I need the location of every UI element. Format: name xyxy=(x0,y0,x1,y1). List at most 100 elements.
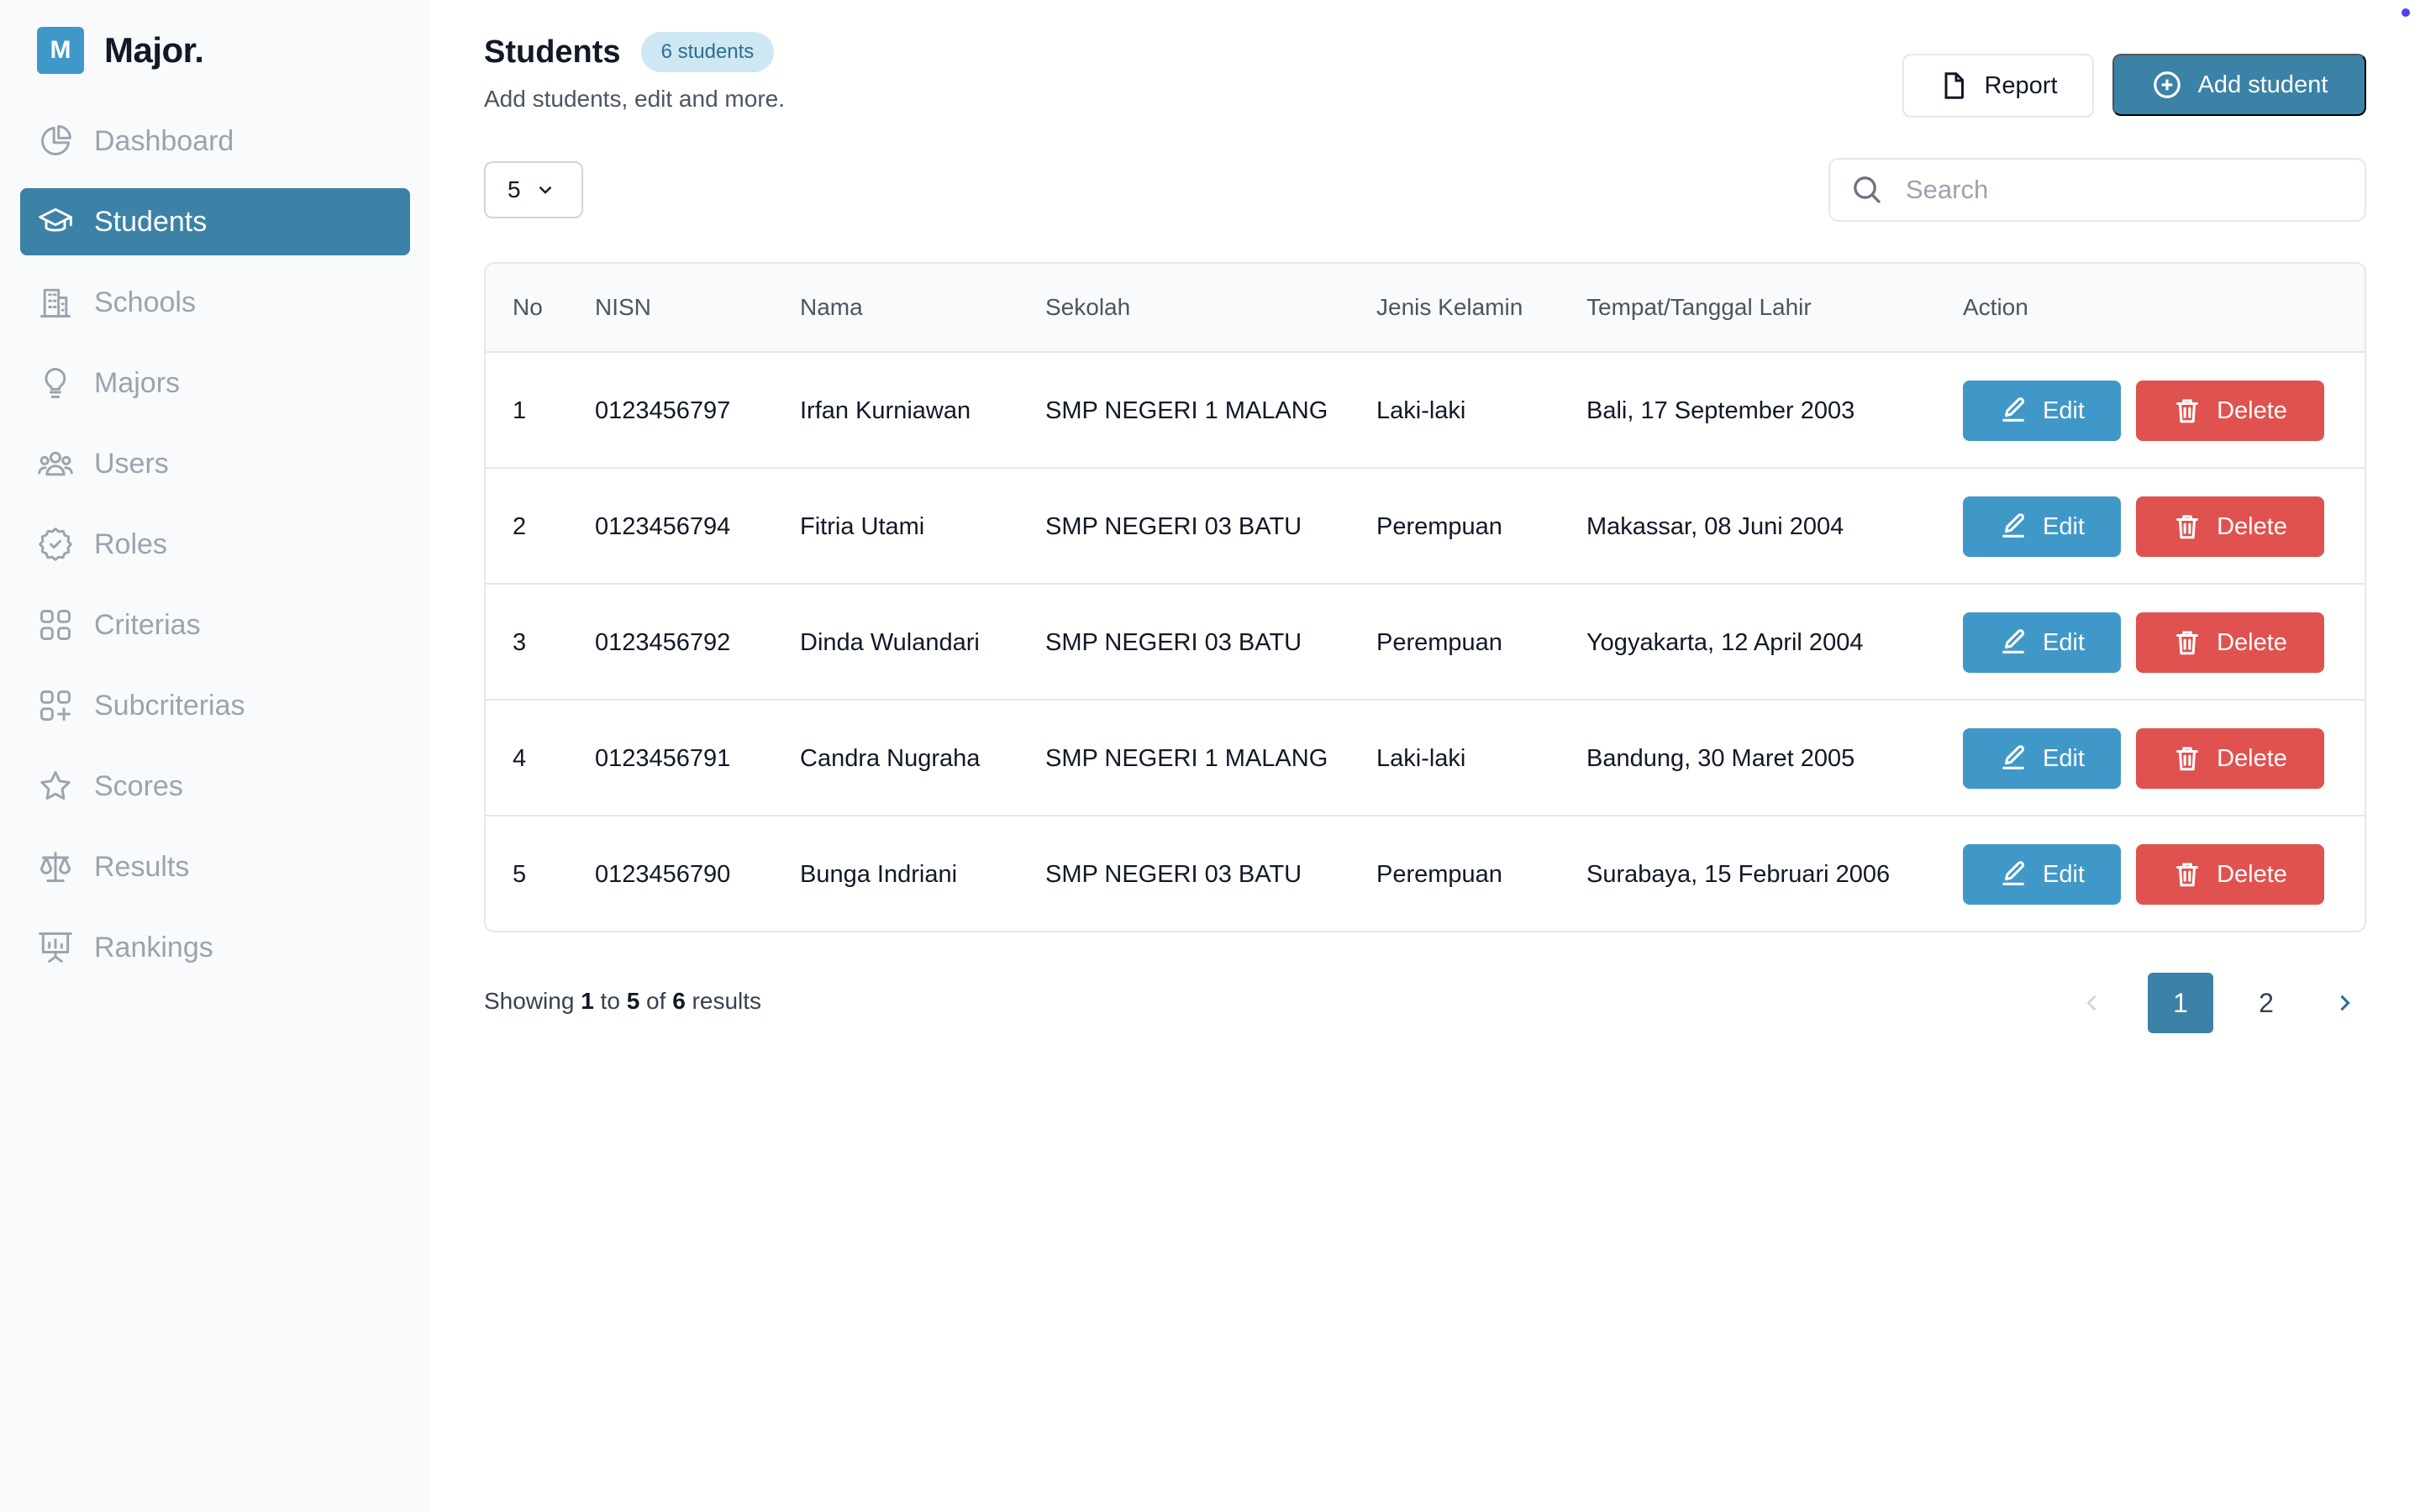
sidebar-item-scores[interactable]: Scores xyxy=(20,753,410,820)
edit-button-label: Edit xyxy=(2043,860,2085,888)
sidebar-item-roles[interactable]: Roles xyxy=(20,511,410,578)
sidebar-item-label: Schools xyxy=(94,286,196,318)
summary-from: 1 xyxy=(581,988,594,1014)
cell-action: Edit Delete xyxy=(1963,353,2324,469)
cell-sekolah: SMP NEGERI 1 MALANG xyxy=(1045,744,1328,772)
cell-tempat-tanggal-lahir: Yogyakarta, 12 April 2004 xyxy=(1586,628,1864,656)
pencil-icon xyxy=(2002,513,2025,538)
report-button[interactable]: Report xyxy=(1902,54,2094,118)
document-icon xyxy=(1944,72,1965,99)
add-student-button-label: Add student xyxy=(2197,71,2328,98)
page-button-2[interactable]: 2 xyxy=(2233,973,2299,1033)
cell-action: Edit Delete xyxy=(1963,585,2324,701)
cell-action: Edit Delete xyxy=(1963,816,2324,931)
sidebar-item-users[interactable]: Users xyxy=(20,430,410,497)
cell-no: 3 xyxy=(513,628,527,656)
chevron-down-icon xyxy=(539,186,551,194)
pagination: 1 2 xyxy=(2067,973,2370,1033)
table-header: No NISN Nama Sekolah Jenis Kelamin Tempa… xyxy=(486,264,2365,353)
per-page-select[interactable]: 5 xyxy=(484,161,583,218)
presentation-chart-icon xyxy=(39,932,72,963)
delete-button[interactable]: Delete xyxy=(2136,844,2324,905)
delete-button[interactable]: Delete xyxy=(2136,612,2324,673)
cell-action: Edit Delete xyxy=(1963,469,2324,585)
page-button-1[interactable]: 1 xyxy=(2148,973,2213,1033)
edit-button[interactable]: Edit xyxy=(1963,381,2121,441)
edit-button-label: Edit xyxy=(2043,396,2085,424)
graduation-cap-icon xyxy=(39,207,72,232)
squares-icon xyxy=(40,610,71,640)
cell-sekolah: SMP NEGERI 03 BATU xyxy=(1045,512,1302,540)
sidebar-item-rankings[interactable]: Rankings xyxy=(20,914,410,981)
table-body: 1 0123456797 Irfan Kurniawan SMP NEGERI 1 M… xyxy=(486,353,2365,931)
edit-button[interactable]: Edit xyxy=(1963,728,2121,789)
column-header-nama: Nama xyxy=(800,294,863,320)
cell-no: 2 xyxy=(513,512,527,540)
edit-button[interactable]: Edit xyxy=(1963,612,2121,673)
cell-action: Edit Delete xyxy=(1963,701,2324,816)
column-header-jenis-kelamin: Jenis Kelamin xyxy=(1376,294,1523,320)
summary-suffix: results xyxy=(692,988,762,1014)
brand-name: Major. xyxy=(104,30,204,70)
sidebar-item-results[interactable]: Results xyxy=(20,833,410,900)
per-page-value: 5 xyxy=(508,176,521,202)
sidebar-item-label: Students xyxy=(94,205,208,238)
search-input[interactable] xyxy=(1906,175,2343,205)
trash-icon xyxy=(2176,515,2198,539)
edit-button[interactable]: Edit xyxy=(1963,496,2121,557)
sidebar-item-criterias[interactable]: Criterias xyxy=(20,591,410,659)
summary-to: 5 xyxy=(626,988,640,1014)
trash-icon xyxy=(2176,747,2198,771)
summary-to-word: to xyxy=(600,988,620,1014)
summary-prefix: Showing xyxy=(484,988,575,1014)
status-dot xyxy=(2402,8,2410,17)
sidebar-item-subcriterias[interactable]: Subcriterias xyxy=(20,672,410,739)
add-student-button[interactable]: Add student xyxy=(2112,54,2366,116)
cell-nisn: 0123456790 xyxy=(595,860,731,888)
sidebar-item-label: Scores xyxy=(94,769,183,802)
chevron-left-icon xyxy=(2086,995,2096,1011)
cell-jenis-kelamin: Laki-laki xyxy=(1376,744,1466,772)
cell-nama: Candra Nugraha xyxy=(800,744,981,772)
sidebar-item-label: Roles xyxy=(94,528,167,560)
pencil-icon xyxy=(2002,745,2025,769)
summary-of-word: of xyxy=(646,988,666,1014)
search-icon xyxy=(1854,176,1881,204)
delete-button-label: Delete xyxy=(2217,628,2287,656)
sidebar-item-label: Dashboard xyxy=(94,124,234,157)
cell-nisn: 0123456797 xyxy=(595,396,731,424)
plus-circle-icon xyxy=(2153,71,2181,98)
next-page-button[interactable] xyxy=(2319,973,2370,1033)
cell-jenis-kelamin: Perempuan xyxy=(1376,512,1502,540)
table-row: 2 0123456794 Fitria Utami SMP NEGERI 03 BAT… xyxy=(486,469,2365,585)
column-header-sekolah: Sekolah xyxy=(1045,294,1131,320)
pencil-icon xyxy=(2002,397,2025,422)
chevron-right-icon xyxy=(2340,995,2350,1011)
previous-page-button[interactable] xyxy=(2067,973,2118,1033)
sidebar-item-label: Majors xyxy=(94,366,181,399)
cell-tempat-tanggal-lahir: Bali, 17 September 2003 xyxy=(1586,396,1855,424)
cell-sekolah: SMP NEGERI 1 MALANG xyxy=(1045,396,1328,424)
delete-button[interactable]: Delete xyxy=(2136,381,2324,441)
sidebar-item-schools[interactable]: Schools xyxy=(20,269,410,336)
edit-button[interactable]: Edit xyxy=(1963,844,2121,905)
sidebar-item-students[interactable]: Students xyxy=(20,188,410,255)
users-icon xyxy=(38,451,73,476)
delete-button[interactable]: Delete xyxy=(2136,496,2324,557)
edit-button-label: Edit xyxy=(2043,744,2085,772)
edit-button-label: Edit xyxy=(2043,512,2085,540)
column-header-tempat-tanggal-lahir: Tempat/Tanggal Lahir xyxy=(1586,294,1812,320)
column-header-action: Action xyxy=(1963,294,2028,320)
sidebar-item-dashboard[interactable]: Dashboard xyxy=(20,108,410,175)
page-title: Students xyxy=(484,34,621,70)
cell-sekolah: SMP NEGERI 03 BATU xyxy=(1045,628,1302,656)
cell-sekolah: SMP NEGERI 03 BATU xyxy=(1045,860,1302,888)
delete-button[interactable]: Delete xyxy=(2136,728,2324,789)
cell-nisn: 0123456792 xyxy=(595,628,731,656)
cell-tempat-tanggal-lahir: Makassar, 08 Juni 2004 xyxy=(1586,512,1844,540)
search-box[interactable] xyxy=(1828,158,2366,222)
sidebar-item-majors[interactable]: Majors xyxy=(20,349,410,417)
student-count-badge: 6 students xyxy=(640,32,775,72)
results-summary: Showing 1 to 5 of 6 results xyxy=(484,988,761,1015)
brand[interactable]: M Major. xyxy=(37,27,204,74)
